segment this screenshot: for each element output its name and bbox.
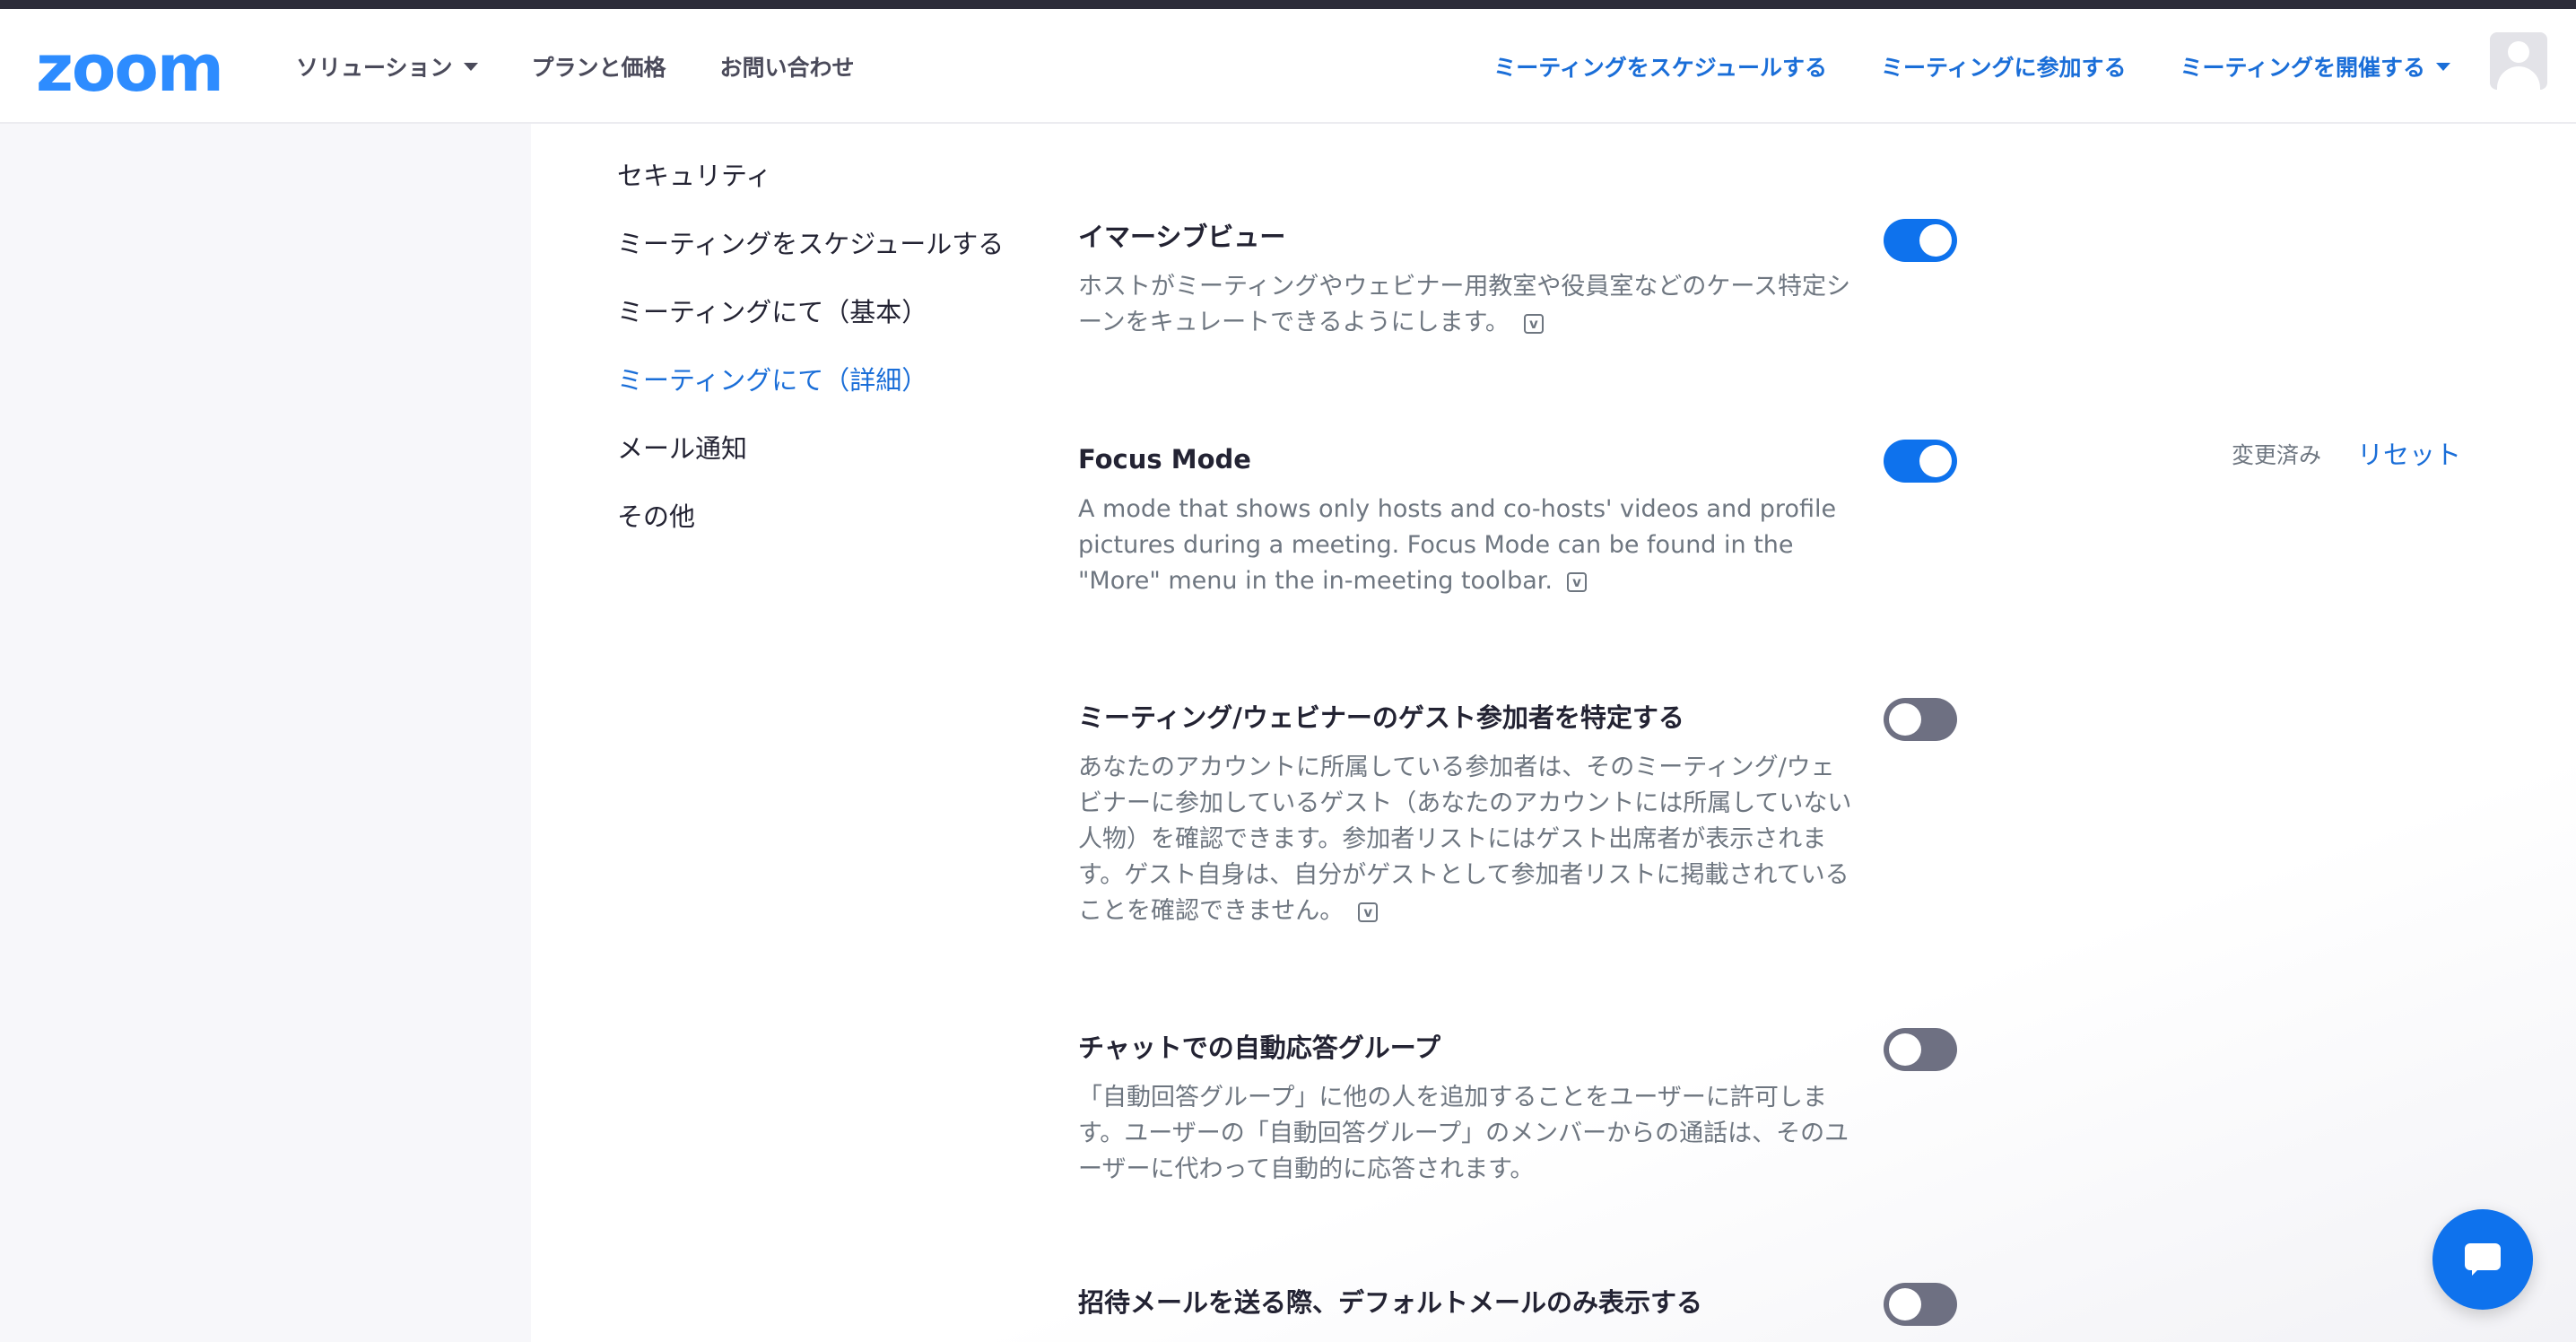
- chat-support-button[interactable]: [2432, 1209, 2533, 1310]
- info-v-icon[interactable]: v: [1523, 313, 1544, 334]
- nav-schedule-meeting[interactable]: ミーティングをスケジュールする: [1493, 50, 1827, 83]
- toggle-knob: [1919, 445, 1952, 477]
- settings-sidebar: セキュリティ ミーティングをスケジュールする ミーティングにて（基本） ミーティ…: [617, 151, 1004, 560]
- zoom-logo[interactable]: zoom: [36, 32, 224, 104]
- setting-description-text: ホストがミーティングやウェビナー用教室や役員室などのケース特定シーンをキュレート…: [1078, 273, 1851, 336]
- modified-label: 変更済み: [2232, 442, 2322, 468]
- setting-description: ホストがミーティングやウェビナー用教室や役員室などのケース特定シーンをキュレート…: [1078, 269, 1858, 341]
- site-header: zoom ソリューション プランと価格 お問い合わせ ミーティングをスケジュール…: [0, 9, 2576, 124]
- sidebar-item-schedule-meeting[interactable]: ミーティングをスケジュールする: [617, 219, 1004, 287]
- nav-host-label: ミーティングを開催する: [2180, 55, 2425, 81]
- chat-bubble-icon: [2465, 1243, 2501, 1270]
- nav-join-meeting[interactable]: ミーティングに参加する: [1881, 50, 2127, 83]
- setting-default-email-only: 招待メールを送る際、デフォルトメールのみ表示する: [1078, 1283, 1858, 1322]
- sidebar-item-other[interactable]: その他: [617, 492, 1004, 560]
- setting-focus-mode: Focus Mode A mode that shows only hosts …: [1078, 440, 1858, 599]
- toggle-knob: [1889, 1033, 1921, 1066]
- toggle-knob: [1919, 224, 1952, 257]
- nav-solutions[interactable]: ソリューション: [296, 50, 478, 83]
- nav-host-meeting[interactable]: ミーティングを開催する: [2180, 50, 2450, 83]
- avatar-head-shape: [2508, 41, 2529, 63]
- setting-description-text: A mode that shows only hosts and co-host…: [1078, 495, 1837, 595]
- top-strip: [0, 0, 2576, 9]
- default-email-only-toggle[interactable]: [1884, 1283, 1957, 1326]
- action-nav: ミーティングをスケジュールする ミーティングに参加する ミーティングを開催する: [1440, 9, 2450, 124]
- toggle-knob: [1889, 1288, 1921, 1320]
- setting-description-text: あなたのアカウントに所属している参加者は、そのミーティング/ウェビナーに参加して…: [1078, 754, 1852, 925]
- setting-description: 「自動回答グループ」に他の人を追加することをユーザーに許可します。ユーザーの「自…: [1078, 1084, 1849, 1183]
- setting-auto-answer-group: チャットでの自動応答グループ 「自動回答グループ」に他の人を追加することをユーザ…: [1078, 1028, 1858, 1188]
- info-v-icon[interactable]: v: [1566, 571, 1587, 592]
- auto-answer-group-toggle[interactable]: [1884, 1028, 1957, 1071]
- nav-contact[interactable]: お問い合わせ: [720, 50, 855, 83]
- setting-title: チャットでの自動応答グループ: [1078, 1033, 1440, 1063]
- nav-contact-label: お問い合わせ: [719, 55, 855, 81]
- nav-plans-label: プランと価格: [531, 55, 666, 81]
- nav-solutions-label: ソリューション: [296, 55, 453, 81]
- setting-title: ミーティング/ウェビナーのゲスト参加者を特定する: [1078, 702, 1684, 733]
- info-v-icon[interactable]: v: [1358, 902, 1379, 922]
- focus-mode-toggle[interactable]: [1884, 440, 1957, 483]
- sidebar-item-security[interactable]: セキュリティ: [617, 151, 1004, 219]
- setting-identify-guest-participants: ミーティング/ウェビナーのゲスト参加者を特定する あなたのアカウントに所属してい…: [1078, 698, 1858, 929]
- user-avatar[interactable]: [2490, 32, 2547, 90]
- nav-schedule-label: ミーティングをスケジュールする: [1493, 55, 1827, 81]
- setting-immersive-view: イマーシブビュー ホストがミーティングやウェビナー用教室や役員室などのケース特定…: [1078, 217, 1858, 341]
- identify-guest-toggle[interactable]: [1884, 698, 1957, 741]
- toggle-knob: [1889, 703, 1921, 736]
- chevron-down-icon: [2436, 62, 2450, 71]
- reset-link[interactable]: リセット: [2357, 434, 2461, 472]
- chevron-down-icon: [463, 62, 478, 71]
- setting-title: Focus Mode: [1078, 444, 1251, 475]
- nav-join-label: ミーティングに参加する: [1880, 55, 2127, 81]
- avatar-body-shape: [2497, 66, 2540, 90]
- sidebar-item-email-notification[interactable]: メール通知: [617, 423, 1004, 492]
- chat-bubble-tail: [2472, 1267, 2481, 1276]
- setting-title: イマーシブビュー: [1078, 222, 1286, 252]
- immersive-view-toggle[interactable]: [1884, 219, 1957, 262]
- setting-title: 招待メールを送る際、デフォルトメールのみ表示する: [1078, 1287, 1703, 1318]
- setting-description: A mode that shows only hosts and co-host…: [1078, 492, 1858, 599]
- setting-description: あなたのアカウントに所属している参加者は、そのミーティング/ウェビナーに参加して…: [1078, 750, 1858, 929]
- sidebar-item-in-meeting-advanced[interactable]: ミーティングにて（詳細）: [617, 355, 1004, 423]
- nav-plans-pricing[interactable]: プランと価格: [532, 50, 666, 83]
- primary-nav: ソリューション プランと価格 お問い合わせ: [296, 9, 909, 124]
- sidebar-item-in-meeting-basic[interactable]: ミーティングにて（基本）: [617, 287, 1004, 355]
